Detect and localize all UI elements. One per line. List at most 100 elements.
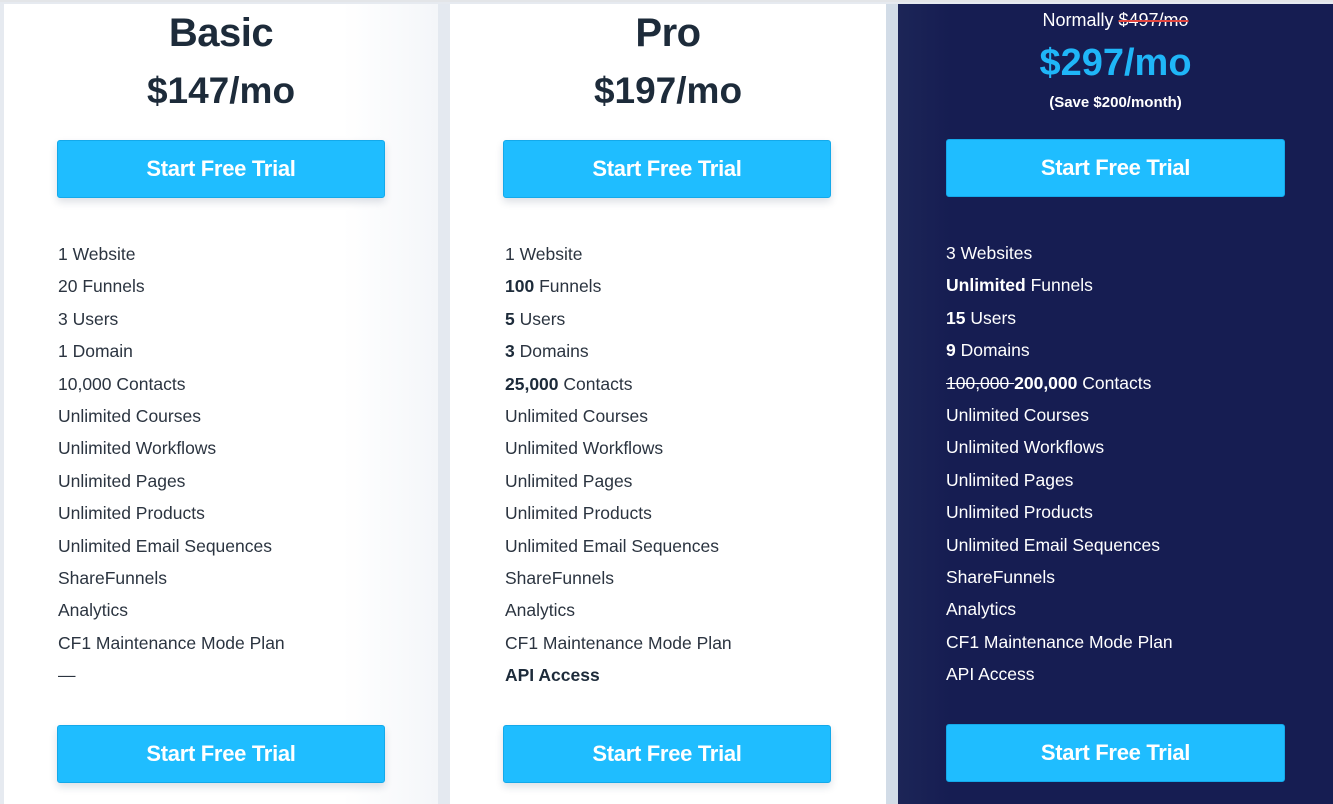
feature-item: Unlimited Products <box>505 497 732 529</box>
feature-text: Unlimited Email Sequences <box>946 534 1160 555</box>
start-free-trial-button-top[interactable]: Start Free Trial <box>946 139 1285 197</box>
feature-item: 1 Website <box>505 238 732 270</box>
feature-text: 10,000 Contacts <box>58 373 186 394</box>
feature-text: CF1 Maintenance Mode Plan <box>946 631 1173 652</box>
feature-text: Unlimited Products <box>58 503 205 524</box>
feature-text: Analytics <box>505 600 576 621</box>
feature-text: Users <box>965 307 1017 328</box>
feature-text: 3 Websites <box>946 243 1033 263</box>
feature-text: Analytics <box>58 600 129 621</box>
feature-text: Unlimited Products <box>946 502 1093 523</box>
feature-text: Domains <box>514 341 589 362</box>
feature-highlight: 200,000 <box>1014 372 1078 393</box>
feature-item: Unlimited Courses <box>946 399 1173 431</box>
feature-text: Funnels <box>1025 275 1093 296</box>
start-free-trial-button-top[interactable]: Start Free Trial <box>57 140 385 198</box>
feature-item: Unlimited Products <box>946 496 1173 528</box>
feature-item: Unlimited Courses <box>58 400 285 432</box>
normal-price-note: Normally $497/mo <box>898 11 1333 29</box>
old-price-strikethrough: $497/mo <box>1118 10 1189 30</box>
feature-text: Users <box>514 308 566 329</box>
feature-item: Analytics <box>505 594 732 626</box>
feature-item: Analytics <box>58 594 285 626</box>
feature-item: 3 Users <box>58 303 285 335</box>
start-free-trial-button-top[interactable]: Start Free Trial <box>503 140 831 198</box>
feature-item: 15 Users <box>946 302 1173 334</box>
feature-text: 1 Website <box>58 244 136 264</box>
plan-card-premium: Normally $497/mo $297/mo (Save $200/mont… <box>898 4 1333 804</box>
feature-item: 20 Funnels <box>58 270 285 302</box>
feature-text: CF1 Maintenance Mode Plan <box>505 632 732 653</box>
feature-text: 20 Funnels <box>58 276 145 297</box>
feature-item: Unlimited Courses <box>505 400 732 432</box>
feature-item: Unlimited Workflows <box>946 431 1173 463</box>
feature-text: Unlimited Courses <box>946 404 1089 425</box>
feature-list: 3 Websites Unlimited Funnels 15 Users 9 Dom… <box>946 237 1173 690</box>
feature-text: ShareFunnels <box>58 567 167 588</box>
feature-text: API Access <box>946 664 1035 685</box>
plan-price: $197/mo <box>593 70 743 111</box>
feature-text: — <box>58 665 76 686</box>
feature-item: Unlimited Products <box>58 497 285 529</box>
feature-item: 1 Website <box>58 238 285 270</box>
feature-item: Unlimited Email Sequences <box>58 530 285 562</box>
feature-item: Unlimited Email Sequences <box>505 530 732 562</box>
feature-highlight: 9 <box>946 340 956 361</box>
feature-item: Unlimited Pages <box>58 465 285 497</box>
feature-highlight: Unlimited <box>946 275 1026 296</box>
feature-list: 1 Website 100 Funnels 5 Users 3 Domains 25,0… <box>505 238 732 691</box>
feature-old-value: 100,000 <box>946 372 1015 393</box>
feature-item: ShareFunnels <box>58 562 285 594</box>
column-gap <box>438 4 450 804</box>
feature-item: CF1 Maintenance Mode Plan <box>58 627 285 659</box>
column-gap <box>886 4 898 804</box>
feature-text: Unlimited Workflows <box>505 438 664 459</box>
feature-item: Unlimited Pages <box>505 465 732 497</box>
feature-highlight: 25,000 <box>505 373 559 394</box>
feature-text: ShareFunnels <box>505 567 614 588</box>
feature-text: 1 Website <box>505 244 583 264</box>
feature-item: Analytics <box>946 593 1173 625</box>
plan-card-basic: Basic $147/mo Start Free Trial 1 Website… <box>4 4 438 804</box>
feature-text: Analytics <box>946 599 1017 620</box>
feature-item: 3 Websites <box>946 237 1173 269</box>
feature-item: 10,000 Contacts <box>58 368 285 400</box>
plan-title: Basic <box>168 11 274 55</box>
plan-price: $147/mo <box>146 70 296 111</box>
start-free-trial-button-bottom[interactable]: Start Free Trial <box>946 724 1285 782</box>
feature-text: Unlimited Pages <box>505 470 633 491</box>
feature-item: 5 Users <box>505 303 732 335</box>
savings-note: (Save $200/month) <box>1049 94 1182 111</box>
feature-item: CF1 Maintenance Mode Plan <box>505 627 732 659</box>
feature-item: Unlimited Workflows <box>58 432 285 464</box>
feature-highlight: 3 <box>505 341 515 362</box>
plan-title: Pro <box>635 11 701 55</box>
feature-item: Unlimited Email Sequences <box>946 529 1173 561</box>
feature-item: — <box>58 659 285 691</box>
feature-text: Contacts <box>558 373 633 394</box>
start-free-trial-button-bottom[interactable]: Start Free Trial <box>503 725 831 783</box>
start-free-trial-button-bottom[interactable]: Start Free Trial <box>57 725 385 783</box>
feature-text: Domains <box>955 340 1030 361</box>
feature-highlight: 5 <box>505 308 515 329</box>
normally-label: Normally <box>1042 10 1119 30</box>
feature-item: Unlimited Pages <box>946 464 1173 496</box>
feature-item: 100 Funnels <box>505 270 732 302</box>
feature-item: 3 Domains <box>505 335 732 367</box>
feature-item: CF1 Maintenance Mode Plan <box>946 626 1173 658</box>
feature-item: Unlimited Workflows <box>505 432 732 464</box>
feature-item: API Access <box>505 659 732 691</box>
feature-text: CF1 Maintenance Mode Plan <box>58 632 285 653</box>
feature-text: Unlimited Workflows <box>946 437 1105 458</box>
feature-item: Unlimited Funnels <box>946 269 1173 301</box>
plan-card-pro: Pro $197/mo Start Free Trial 1 Website 10… <box>450 4 886 804</box>
feature-text: Unlimited Email Sequences <box>58 535 272 556</box>
feature-text: Unlimited Products <box>505 503 652 524</box>
feature-text: Unlimited Courses <box>505 405 648 426</box>
feature-highlight: 15 <box>946 307 966 328</box>
feature-text: ShareFunnels <box>946 566 1055 587</box>
feature-text: Unlimited Pages <box>58 470 186 491</box>
feature-item: 100,000 200,000 Contacts <box>946 367 1173 399</box>
feature-text: Unlimited Pages <box>946 469 1074 490</box>
feature-item: 25,000 Contacts <box>505 368 732 400</box>
